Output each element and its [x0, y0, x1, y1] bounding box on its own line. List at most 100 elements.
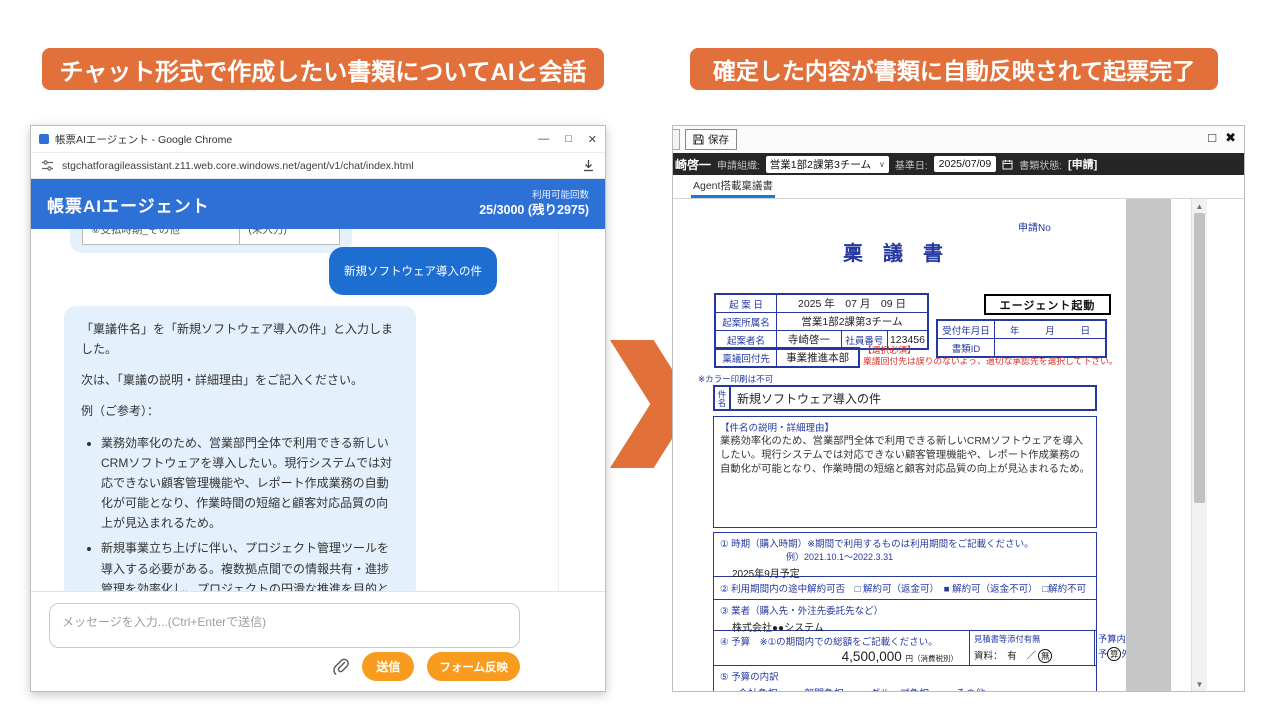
base-date-input[interactable]: 2025/07/09 [934, 156, 997, 172]
section-vendor-label: ③ 業者（購入先・外注先委託先など） [720, 603, 1090, 617]
calendar-icon[interactable] [1002, 159, 1013, 170]
agent-launch-button[interactable]: エージェント起動 [984, 294, 1111, 315]
section-cancellation-line: ② 利用期間内の途中解約可否 □ 解約可（返金可） ■ 解約可（返金不可） □解… [720, 581, 1086, 595]
route-label: 稟議回付先 [715, 348, 777, 367]
table-row: 受付年月日 年 月 日 [937, 320, 1106, 339]
chat-app-title: 帳票AIエージェント [47, 192, 210, 217]
form-status-bar: 崎啓一 申請組織: 営業1部2課第3チーム ∨ 基準日: 2025/07/09 … [673, 153, 1244, 175]
banner-left: チャット形式で作成したい書類についてAIと会話 [42, 48, 604, 90]
section-budget-breakdown: ⑤ 予算の内訳 □会社負担 ■部門負担 □グループ負担 □その他（ ） [714, 666, 1096, 691]
kian-date-value: 2025 年 07 月 09 日 [776, 294, 928, 313]
quote-prefix: 資料： 有 ／ [974, 651, 1036, 662]
route-table: 稟議回付先 事業推進本部 [714, 347, 860, 368]
attachment-icon[interactable] [332, 658, 349, 675]
chat-input-zone: 送信 フォーム反映 [31, 592, 605, 692]
maximize-button[interactable]: □ [565, 133, 572, 145]
scrollbar-thumb[interactable] [1194, 213, 1205, 503]
receipt-year: 年 [997, 323, 1032, 337]
quota-info: 利用可能回数 25/3000 (残り2975) [479, 190, 589, 219]
form-app-window: 保存 □ ✖ 崎啓一 申請組織: 営業1部2課第3チーム ∨ 基準日: 2025… [672, 125, 1245, 692]
budget-amount: 4,500,000 円（消費税別） [720, 649, 958, 664]
ai-message-clipped: ⑥支払時期_その他 (未入力) [70, 229, 352, 253]
form-tab-bar: Agent搭載稟議書 [673, 175, 1244, 199]
message-input[interactable] [49, 603, 520, 648]
download-icon[interactable] [582, 159, 595, 172]
field-status-value: (未入力) [240, 229, 339, 244]
receipt-ymd: 年 月 日 [997, 323, 1103, 337]
quote-attachment-value: 資料： 有 ／ 無 [974, 648, 1090, 663]
route-value: 事業推進本部 [777, 348, 859, 367]
page-margin-area [1126, 199, 1171, 691]
form-reflect-button[interactable]: フォーム反映 [427, 652, 520, 681]
section-budget-label: ④ 予算 ※①の期間内での総額をご記載ください。 [720, 634, 968, 648]
ai-example-list: 業務効率化のため、営業部門全体で利用できる新しいCRMソフトウェアを導入したい。… [81, 433, 399, 592]
chat-app-header: 帳票AIエージェント 利用可能回数 25/3000 (残り2975) [31, 179, 605, 229]
address-bar[interactable]: stgchatforagileassistant.z11.web.core.wi… [31, 153, 605, 179]
doc-state-label: 書類状態: [1019, 157, 1062, 172]
minimize-button[interactable]: — [538, 133, 549, 145]
document-viewport: 申請No 稟 議 書 起 案 日 2025 年 07 月 09 日 起案所属名 … [673, 199, 1244, 691]
table-row: 起案所属名 営業1部2課第3チーム [715, 313, 928, 331]
application-no-label: 申請No [1018, 219, 1051, 234]
subject-field[interactable]: 件名 新規ソフトウェア導入の件 [713, 385, 1097, 411]
description-field[interactable]: 【件名の説明・詳細理由】 業務効率化のため、営業部門全体で利用できる新しいCRM… [713, 416, 1097, 528]
ai-paragraph: 次は、「稟議の説明・詳細理由」をご記入ください。 [81, 370, 399, 390]
dept-label: 起案所属名 [715, 313, 776, 331]
section-timing: ① 時期（購入時期）※期間で利用するものは利用期間をご記載ください。 例）202… [714, 533, 1096, 577]
org-label: 申請組織: [717, 157, 760, 172]
quote-attachment-cell: 見積書等添付有無 資料： 有 ／ 無 [969, 631, 1094, 665]
ai-example-item: 新規事業立ち上げに伴い、プロジェクト管理ツールを導入する必要がある。複数拠点間で… [101, 538, 399, 592]
chat-messages-area[interactable]: ⑥支払時期_その他 (未入力) 新規ソフトウェア導入の件 「稟議件名」を「新規ソ… [31, 229, 605, 592]
budget-amount-value: 4,500,000 [842, 649, 902, 664]
scroll-down-icon[interactable]: ▼ [1192, 677, 1207, 691]
save-button-label: 保存 [708, 132, 729, 147]
save-button[interactable]: 保存 [685, 129, 737, 150]
document-page: 申請No 稟 議 書 起 案 日 2025 年 07 月 09 日 起案所属名 … [673, 199, 1126, 691]
budget-breakdown-options: □会社負担 ■部門負担 □グループ負担 □その他（ ） [732, 685, 1090, 691]
close-button[interactable]: ✖ [1225, 130, 1236, 146]
form-window-controls: □ ✖ [1208, 130, 1236, 146]
applicant-name: 崎啓一 [675, 156, 711, 173]
org-select-value: 営業1部2課第3チーム [770, 157, 871, 172]
chat-browser-window: 帳票AIエージェント - Google Chrome — □ ✕ stgchat… [30, 125, 606, 692]
ai-example-item: 業務効率化のため、営業部門全体で利用できる新しいCRMソフトウェアを導入したい。… [101, 433, 399, 534]
dept-value: 営業1部2課第3チーム [776, 313, 928, 331]
document-scrollbar[interactable]: ▲ ▼ [1191, 199, 1207, 691]
chat-scroll-divider [558, 229, 559, 591]
quota-label: 利用可能回数 [479, 190, 589, 202]
field-status-label: ⑥支払時期_その他 [83, 229, 240, 244]
budget-amount-cell: ④ 予算 ※①の期間内での総額をご記載ください。 4,500,000 円（消費税… [720, 634, 968, 664]
base-date-label: 基準日: [895, 157, 928, 172]
section-timing-label: ① 時期（購入時期）※期間で利用するものは利用期間をご記載ください。 [720, 536, 1090, 550]
required-selection-note: 【選択必須】 稟議回付先は誤りのないよう、適切な承認先を選択して下さい。 [863, 345, 1118, 367]
quota-value: 25/3000 (残り2975) [479, 202, 589, 218]
table-row: 稟議回付先 事業推進本部 [715, 348, 859, 367]
maximize-button[interactable]: □ [1208, 130, 1216, 146]
ai-paragraph: 「稟議件名」を「新規ソフトウェア導入の件」と入力しました。 [81, 319, 399, 359]
description-value: 業務効率化のため、営業部門全体で利用できる新しいCRMソフトウェアを導入したい。… [720, 435, 1090, 478]
drafter-info-table: 起 案 日 2025 年 07 月 09 日 起案所属名 営業1部2課第3チーム… [714, 293, 929, 350]
budget-amount-unit: 円（消費税別） [906, 654, 959, 663]
banner-right: 確定した内容が書類に自動反映されて起票完了 [690, 48, 1218, 90]
section-timing-example: 例）2021.10.1～2022.3.31 [786, 550, 1090, 563]
quote-attachment-label: 見積書等添付有無 [974, 633, 1090, 645]
user-message-bubble: 新規ソフトウェア導入の件 [329, 247, 497, 295]
org-select[interactable]: 営業1部2課第3チーム ∨ [766, 156, 889, 173]
note-title: 【選択必須】 [863, 345, 1118, 356]
toolbar-button-fragment[interactable] [673, 129, 680, 150]
scroll-up-icon[interactable]: ▲ [1192, 199, 1207, 213]
floppy-icon [693, 134, 704, 145]
url-text: stgchatforagileassistant.z11.web.core.wi… [62, 160, 574, 172]
color-print-note: ※カラー印刷は不可 [698, 373, 773, 385]
close-button[interactable]: ✕ [588, 133, 597, 146]
quote-circled-no: 無 [1038, 649, 1052, 663]
send-button[interactable]: 送信 [362, 652, 414, 681]
chat-actions: 送信 フォーム反映 [332, 652, 520, 681]
description-label: 【件名の説明・詳細理由】 [720, 420, 1090, 434]
favicon-icon [39, 134, 49, 144]
form-sections: ① 時期（購入時期）※期間で利用するものは利用期間をご記載ください。 例）202… [713, 532, 1097, 691]
tab-agent-ringi[interactable]: Agent搭載稟議書 [691, 175, 775, 198]
browser-titlebar: 帳票AIエージェント - Google Chrome — □ ✕ [31, 126, 605, 153]
subject-value: 新規ソフトウェア導入の件 [731, 387, 1095, 409]
field-status-row: ⑥支払時期_その他 (未入力) [82, 229, 340, 245]
